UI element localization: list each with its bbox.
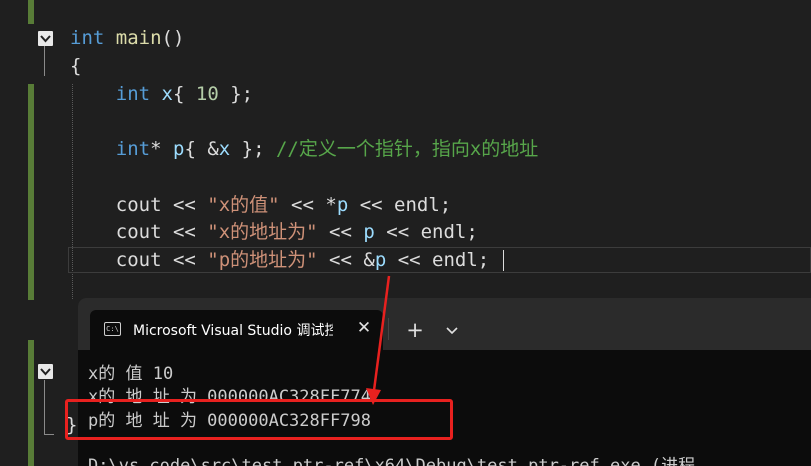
annotation-arrow [366, 275, 391, 405]
